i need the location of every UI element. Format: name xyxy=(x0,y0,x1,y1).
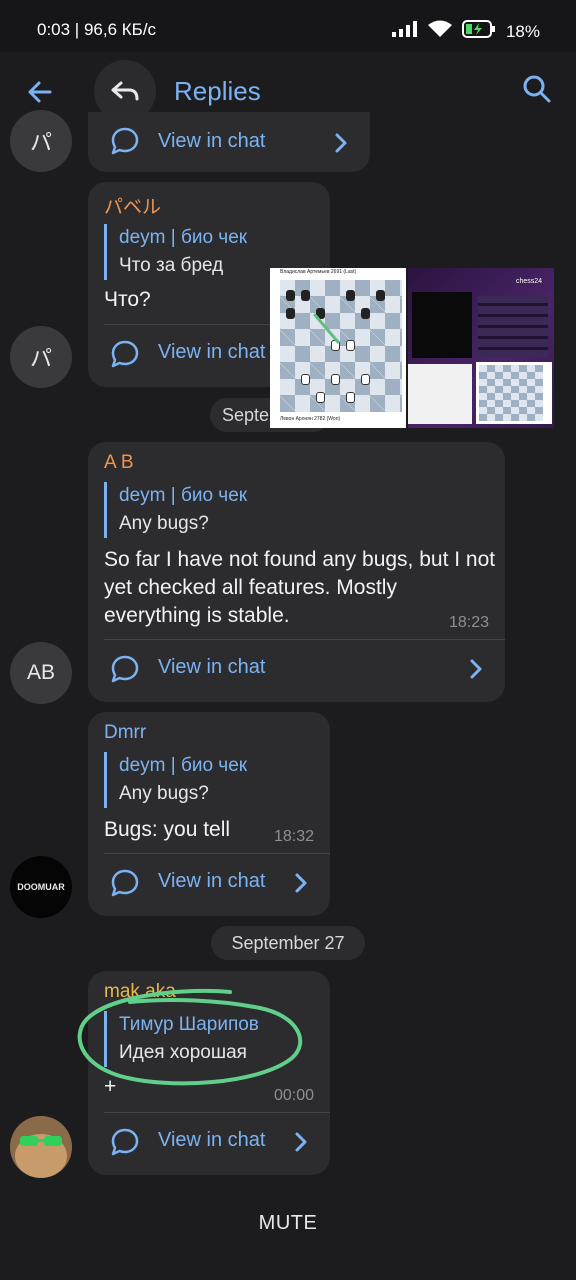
player-top: Владислав Артемьев 2691 (Last) xyxy=(280,269,357,275)
annotation-circle xyxy=(77,988,303,1086)
view-in-chat-button[interactable]: View in chat xyxy=(88,112,370,172)
battery-icon xyxy=(461,20,496,43)
image-preview[interactable]: Владислав Артемьев 2691 (Last) Левон Аро… xyxy=(270,268,554,428)
signal-icon xyxy=(391,21,418,42)
quote-author: deym | био чек xyxy=(119,227,248,248)
chat-title[interactable]: Replies xyxy=(174,76,261,107)
view-in-chat-button[interactable]: View in chat xyxy=(88,1113,330,1175)
avatar[interactable]: パ xyxy=(10,110,72,172)
quote-text: Any bugs? xyxy=(119,513,209,534)
chat-bubble-icon xyxy=(111,869,139,897)
mute-button[interactable]: MUTE xyxy=(0,1190,576,1256)
battery-percent: 18% xyxy=(505,21,540,41)
message-time: 18:23 xyxy=(448,614,489,631)
avatar[interactable]: AB xyxy=(10,642,72,704)
quote-text: Что за бред xyxy=(119,255,224,276)
reply-quote[interactable]: deym | био чек Что за бред xyxy=(104,224,247,280)
view-in-chat-label: View in chat xyxy=(158,1129,266,1151)
chevron-right-icon xyxy=(295,873,307,893)
chat-bubble-icon xyxy=(111,340,139,368)
view-in-chat-label: View in chat xyxy=(158,870,266,892)
sender-name[interactable]: A B xyxy=(104,452,134,474)
reply-quote[interactable]: deym | био чек Any bugs? xyxy=(104,482,247,538)
date-separator: September 27 xyxy=(211,926,365,960)
quote-author: deym | био чек xyxy=(119,485,248,506)
wifi-icon xyxy=(427,20,452,43)
avatar[interactable]: パ xyxy=(10,326,72,388)
reply-icon xyxy=(111,81,139,101)
message-bubble: A B deym | био чек Any bugs? So far I ha… xyxy=(88,442,505,702)
message-bubble: View in chat xyxy=(88,112,370,172)
sender-name[interactable]: パベル xyxy=(104,192,161,219)
avatar[interactable]: DOOMUAR xyxy=(10,856,72,918)
brand-text: chess24 xyxy=(516,278,543,285)
view-in-chat-label: View in chat xyxy=(158,130,266,152)
cat-with-sunglasses-icon xyxy=(10,1116,72,1178)
search-icon[interactable] xyxy=(522,74,554,106)
message-bubble: Dmrr deym | био чек Any bugs? Bugs: you … xyxy=(88,712,330,916)
stream-screenshot: chess24 xyxy=(408,268,554,428)
message-text: So far I have not found any bugs, but I … xyxy=(104,548,496,627)
message-text: Bugs: you tell xyxy=(104,818,231,841)
sender-name[interactable]: Dmrr xyxy=(104,722,146,744)
status-left-text: 0:03 | 96,6 КБ/с xyxy=(37,20,157,39)
player-bottom: Левон Аронян 2782 (Won) xyxy=(280,416,341,422)
reply-quote[interactable]: deym | био чек Any bugs? xyxy=(104,752,247,808)
view-in-chat-button[interactable]: View in chat xyxy=(88,640,505,702)
view-in-chat-label: View in chat xyxy=(158,656,266,678)
message-time: 18:32 xyxy=(273,828,314,845)
quote-text: Any bugs? xyxy=(119,783,209,804)
chat-bubble-icon xyxy=(111,127,139,155)
view-in-chat-button[interactable]: View in chat xyxy=(88,854,330,916)
chat-bubble-icon xyxy=(111,1128,139,1156)
chat-bubble-icon xyxy=(111,655,139,683)
chevron-right-icon xyxy=(335,133,347,153)
avatar[interactable] xyxy=(10,1116,72,1178)
chevron-right-icon xyxy=(295,1132,307,1152)
back-arrow-icon[interactable] xyxy=(26,78,56,108)
status-right: 18% xyxy=(391,20,540,43)
quote-author: deym | био чек xyxy=(119,755,248,776)
chevron-right-icon xyxy=(470,659,482,679)
message-text: Что? xyxy=(104,288,151,311)
chess-board-image: Владислав Артемьев 2691 (Last) Левон Аро… xyxy=(270,268,406,428)
view-in-chat-label: View in chat xyxy=(158,341,266,363)
